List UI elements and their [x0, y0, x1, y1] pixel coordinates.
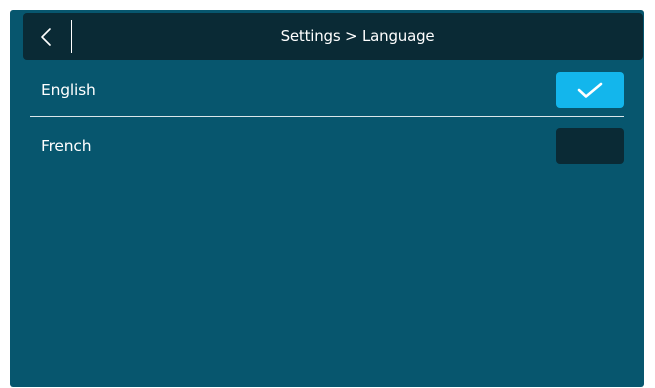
- language-option-english[interactable]: English: [10, 64, 644, 116]
- language-label-french: French: [41, 137, 92, 155]
- page-title: Settings > Language: [280, 27, 435, 45]
- checkmark-icon: [577, 82, 603, 98]
- language-settings-screen: Settings > Language English French: [10, 10, 644, 387]
- language-label-english: English: [41, 81, 96, 99]
- french-checkbox[interactable]: [556, 128, 624, 164]
- language-option-french[interactable]: French: [10, 120, 644, 172]
- back-button[interactable]: [23, 13, 71, 60]
- english-checkbox[interactable]: [556, 72, 624, 108]
- row-divider: [30, 116, 624, 117]
- chevron-left-icon: [41, 28, 51, 46]
- header-bar: Settings > Language: [23, 13, 643, 60]
